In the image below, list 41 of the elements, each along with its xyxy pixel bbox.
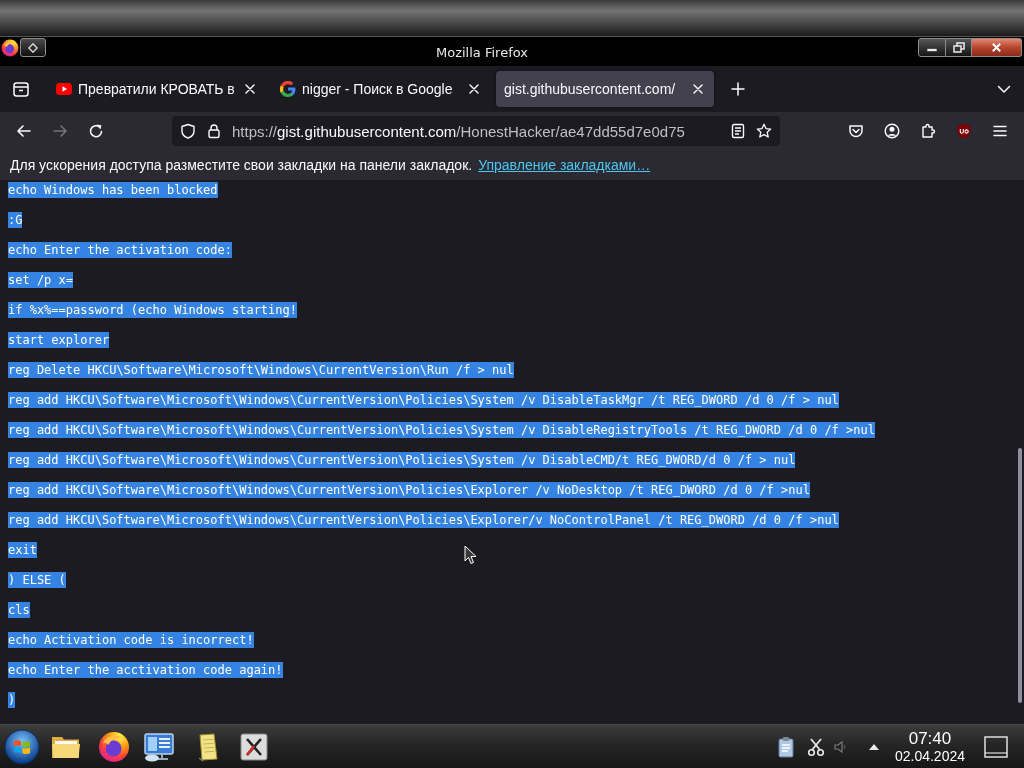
diamond-icon [28,42,38,53]
clock-time: 07:40 [908,729,952,748]
reload-icon[interactable] [88,123,104,139]
shield-icon[interactable] [180,123,196,139]
tab[interactable]: nigger - Поиск в Google [272,71,490,107]
orb-logo-icon [1,39,19,57]
window-menu-button[interactable] [20,38,46,57]
close-button[interactable] [972,38,1022,57]
puzzle-icon[interactable] [920,123,936,139]
close-icon [991,42,1002,53]
pointer-cursor-icon [464,545,477,565]
lock-icon[interactable] [206,123,222,139]
g-logo-icon [280,81,296,97]
tab[interactable]: Превратили КРОВАТЬ в [48,71,266,107]
plus-icon[interactable] [730,81,746,97]
document-icon[interactable] [730,123,746,139]
play-icon [56,81,72,97]
x-tile-icon[interactable] [240,732,268,761]
minimize-button[interactable] [918,38,946,57]
back-icon[interactable] [16,123,32,139]
scissors-icon[interactable] [806,736,825,757]
orb-logo-icon[interactable] [98,730,130,763]
maximize-button[interactable] [946,38,972,57]
window-title: Mozilla Firefox [435,44,529,60]
tab[interactable]: gist.githubusercontent.com/ [496,71,714,107]
bookmarks-hint: Для ускорения доступа разместите свои закладки на панели закладок. [10,157,473,173]
scrollbar-thumb[interactable] [1018,448,1022,703]
star-icon[interactable] [756,123,772,139]
manage-bookmarks-link[interactable]: Управление закладками… [478,157,651,173]
menu-icon[interactable] [992,123,1008,139]
start-orb-icon[interactable] [3,727,41,766]
chevron-shield-icon[interactable] [848,123,864,139]
shield-badge-icon[interactable] [956,123,972,139]
url-text[interactable]: https://gist.githubusercontent.com/HonestHacker/ae47dd55d7e0d75 [232,122,720,140]
account-icon[interactable] [884,123,900,139]
clock-date: 02.04.2024 [894,748,965,764]
desktop-square-icon[interactable] [984,735,1008,758]
monitor-icon[interactable] [142,730,176,763]
drawer-icon[interactable] [12,80,30,98]
restore-icon [952,42,965,53]
clipboard-icon[interactable] [776,735,795,758]
